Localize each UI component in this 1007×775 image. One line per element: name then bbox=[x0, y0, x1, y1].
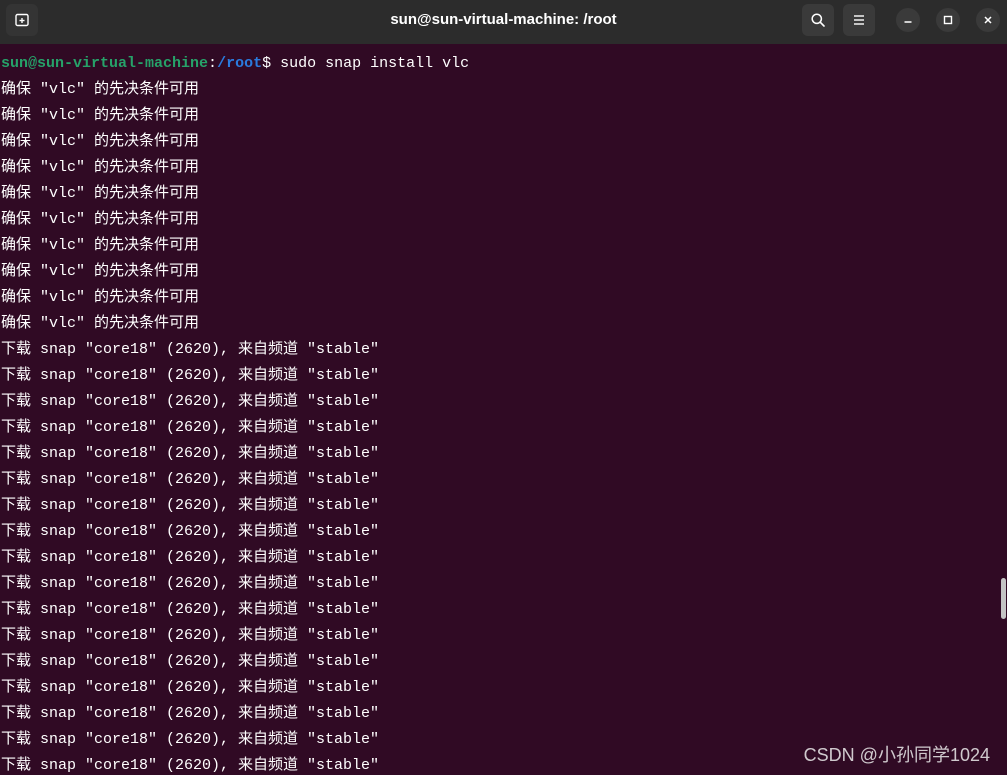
close-button[interactable] bbox=[976, 8, 1000, 32]
output-line: 确保 "vlc" 的先决条件可用 bbox=[1, 133, 200, 150]
output-line: 下载 snap "core18" (2620), 来自频道 "stable" bbox=[1, 523, 380, 540]
window-title: sun@sun-virtual-machine: /root bbox=[390, 11, 617, 28]
maximize-icon bbox=[942, 14, 954, 26]
search-icon bbox=[810, 12, 826, 28]
maximize-button[interactable] bbox=[936, 8, 960, 32]
minimize-button[interactable] bbox=[896, 8, 920, 32]
title-bar[interactable]: sun@sun-virtual-machine: /root bbox=[0, 0, 1007, 44]
output-line: 确保 "vlc" 的先决条件可用 bbox=[1, 107, 200, 124]
prompt-symbol: $ bbox=[262, 55, 272, 72]
terminal-output[interactable]: sun@sun-virtual-machine:/root$ sudo snap … bbox=[0, 44, 1001, 775]
prompt-line: sun@sun-virtual-machine:/root$ sudo snap … bbox=[1, 51, 1001, 77]
output-line: 下载 snap "core18" (2620), 来自频道 "stable" bbox=[1, 419, 380, 436]
hamburger-menu-icon bbox=[851, 12, 867, 28]
output-line: 下载 snap "core18" (2620), 来自频道 "stable" bbox=[1, 679, 380, 696]
output-line: 确保 "vlc" 的先决条件可用 bbox=[1, 81, 200, 98]
output-line: 下载 snap "core18" (2620), 来自频道 "stable" bbox=[1, 367, 380, 384]
output-line: 确保 "vlc" 的先决条件可用 bbox=[1, 315, 200, 332]
output-line: 下载 snap "core18" (2620), 来自频道 "stable" bbox=[1, 601, 380, 618]
minimize-icon bbox=[902, 14, 914, 26]
output-line: 确保 "vlc" 的先决条件可用 bbox=[1, 211, 200, 228]
output-line: 确保 "vlc" 的先决条件可用 bbox=[1, 237, 200, 254]
scrollbar-thumb[interactable] bbox=[1001, 578, 1006, 619]
prompt-path: /root bbox=[217, 55, 263, 72]
close-icon bbox=[982, 14, 994, 26]
terminal-window: sun@sun-virtual-machine: /root sun@sun-v… bbox=[0, 0, 1007, 775]
output-line: 下载 snap "core18" (2620), 来自频道 "stable" bbox=[1, 471, 380, 488]
output-line: 确保 "vlc" 的先决条件可用 bbox=[1, 289, 200, 306]
command-text: sudo snap install vlc bbox=[280, 55, 470, 72]
new-tab-icon bbox=[14, 12, 30, 28]
prompt-separator: : bbox=[208, 55, 218, 72]
new-tab-button[interactable] bbox=[6, 4, 38, 36]
output-line: 下载 snap "core18" (2620), 来自频道 "stable" bbox=[1, 575, 380, 592]
output-line: 下载 snap "core18" (2620), 来自频道 "stable" bbox=[1, 549, 380, 566]
output-line: 确保 "vlc" 的先决条件可用 bbox=[1, 185, 200, 202]
search-button[interactable] bbox=[802, 4, 834, 36]
watermark: CSDN @小孙同学1024 bbox=[803, 745, 990, 765]
output-line: 下载 snap "core18" (2620), 来自频道 "stable" bbox=[1, 341, 380, 358]
output-line: 下载 snap "core18" (2620), 来自频道 "stable" bbox=[1, 653, 380, 670]
output-line: 下载 snap "core18" (2620), 来自频道 "stable" bbox=[1, 445, 380, 462]
output-line: 确保 "vlc" 的先决条件可用 bbox=[1, 263, 200, 280]
output-line: 下载 snap "core18" (2620), 来自频道 "stable" bbox=[1, 393, 380, 410]
output-line: 下载 snap "core18" (2620), 来自频道 "stable" bbox=[1, 705, 380, 722]
prompt-user-host: sun@sun-virtual-machine bbox=[1, 55, 209, 72]
output-line: 下载 snap "core18" (2620), 来自频道 "stable" bbox=[1, 627, 380, 644]
output-line: 确保 "vlc" 的先决条件可用 bbox=[1, 159, 200, 176]
output-line: 下载 snap "core18" (2620), 来自频道 "stable" bbox=[1, 497, 380, 514]
menu-button[interactable] bbox=[843, 4, 875, 36]
scrollbar[interactable] bbox=[1001, 44, 1007, 775]
